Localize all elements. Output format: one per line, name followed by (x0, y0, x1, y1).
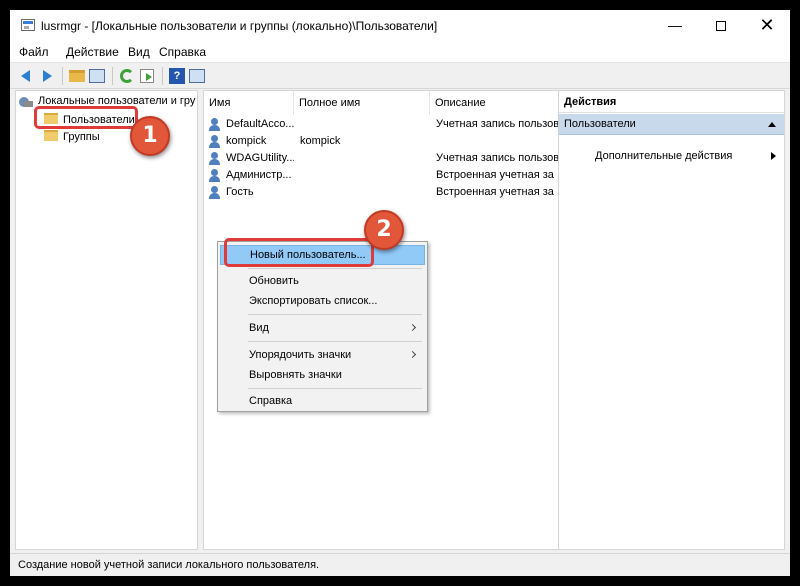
actions-pane: Действия Пользователи Дополнительные дей… (558, 90, 785, 550)
title-bar: lusrmgr - [Локальные пользователи и груп… (10, 10, 790, 41)
actions-section-users[interactable]: Пользователи (559, 114, 784, 135)
column-header-name[interactable]: Имя (204, 91, 294, 115)
toolbar-separator (112, 67, 113, 85)
help-icon[interactable]: ? (168, 67, 186, 85)
menu-separator (248, 341, 422, 342)
table-row[interactable]: Гость Встроенная учетная за (204, 184, 559, 201)
show-hide-actions-icon[interactable] (188, 67, 206, 85)
cell-name: Гость (226, 186, 254, 198)
tree-item-label: Группы (63, 131, 100, 143)
highlight-callout-users (34, 106, 138, 129)
submenu-arrow-icon (771, 152, 776, 160)
menu-item-export-list[interactable]: Экспортировать список... (220, 291, 425, 311)
toolbar-separator (162, 67, 163, 85)
cell-full-name: kompick (300, 135, 341, 147)
actions-title: Действия (559, 91, 784, 113)
collapse-icon[interactable] (768, 122, 776, 127)
status-text: Создание новой учетной записи локального… (18, 559, 320, 571)
minimize-button[interactable]: — (652, 10, 698, 41)
user-icon (208, 169, 221, 182)
highlight-callout-new-user (224, 238, 374, 267)
back-icon[interactable] (18, 67, 36, 85)
user-icon (208, 186, 221, 199)
table-row[interactable]: WDAGUtility... Учетная запись пользов (204, 150, 560, 167)
maximize-button[interactable] (698, 10, 744, 41)
toolbar: ? (10, 63, 790, 89)
cell-name: Администр... (226, 169, 292, 181)
menu-item-view[interactable]: Вид (220, 318, 425, 338)
submenu-arrow-icon (408, 323, 417, 332)
menu-item-label: Упорядочить значки (249, 349, 352, 361)
users-groups-icon (19, 96, 33, 108)
status-bar: Создание новой учетной записи локального… (10, 553, 790, 576)
cell-name: DefaultAcco... (226, 118, 294, 130)
forward-icon[interactable] (38, 67, 56, 85)
refresh-icon[interactable] (118, 67, 136, 85)
cell-description: Учетная запись пользов (436, 118, 560, 130)
step-badge-1: 1 (130, 116, 170, 156)
user-icon (208, 152, 221, 165)
menu-bar: Файл Действие Вид Справка (10, 41, 790, 63)
menu-item-refresh[interactable]: Обновить (220, 271, 425, 291)
table-row[interactable]: kompick kompick (204, 133, 559, 150)
menu-separator (248, 388, 422, 389)
menu-action[interactable]: Действие (66, 45, 119, 59)
up-folder-icon[interactable] (68, 67, 86, 85)
cell-name: kompick (226, 135, 267, 147)
cell-description: Учетная запись пользов (436, 152, 560, 164)
actions-section-label: Пользователи (564, 118, 636, 130)
maximize-icon (716, 21, 726, 32)
step-badge-2: 2 (364, 210, 404, 250)
user-icon (208, 118, 221, 131)
app-icon (21, 19, 35, 31)
table-row[interactable]: Администр... Встроенная учетная за (204, 167, 559, 184)
window-title: lusrmgr - [Локальные пользователи и груп… (41, 19, 438, 33)
export-list-icon[interactable] (138, 67, 156, 85)
menu-file[interactable]: Файл (19, 45, 49, 59)
cell-name: WDAGUtility... (226, 152, 294, 164)
folder-icon (44, 130, 58, 141)
submenu-arrow-icon (408, 350, 417, 359)
cell-description: Встроенная учетная за (436, 169, 554, 181)
menu-item-arrange-icons[interactable]: Упорядочить значки (220, 345, 425, 365)
column-header-description[interactable]: Описание (430, 91, 559, 115)
show-hide-tree-icon[interactable] (88, 67, 106, 85)
user-icon (208, 135, 221, 148)
menu-item-help[interactable]: Справка (220, 391, 425, 411)
cell-description: Встроенная учетная за (436, 186, 554, 198)
menu-help[interactable]: Справка (159, 45, 206, 59)
toolbar-separator (62, 67, 63, 85)
tree-item-groups[interactable]: Группы (44, 130, 100, 143)
close-button[interactable]: ✕ (744, 10, 790, 41)
menu-separator (248, 314, 422, 315)
menu-separator (248, 268, 422, 269)
column-header-full-name[interactable]: Полное имя (294, 91, 430, 115)
menu-item-line-up-icons[interactable]: Выровнять значки (220, 365, 425, 385)
menu-item-label: Вид (249, 322, 269, 334)
menu-view[interactable]: Вид (128, 45, 150, 59)
console-tree: Локальные пользователи и гру Пользовател… (15, 90, 198, 550)
table-row[interactable]: DefaultAcco... Учетная запись пользов (204, 116, 560, 133)
more-actions-link[interactable]: Дополнительные действия (595, 150, 732, 162)
